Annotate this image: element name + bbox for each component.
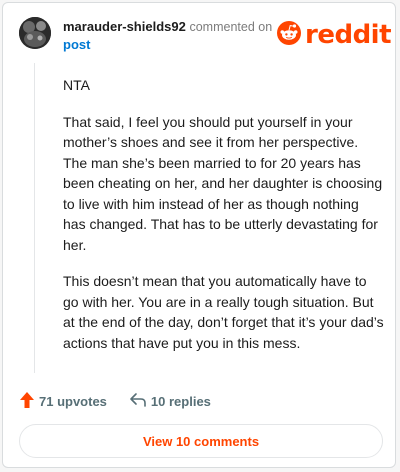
reddit-wordmark: reddit [305, 20, 392, 50]
reddit-logo[interactable]: reddit [277, 20, 392, 50]
commented-on-text: commented on [189, 20, 273, 34]
view-comments-button[interactable]: View 10 comments [19, 424, 383, 458]
thread-line [34, 63, 35, 373]
username[interactable]: marauder-shields92 [63, 19, 186, 34]
avatar[interactable] [19, 17, 51, 49]
reply-count: 10 replies [150, 394, 211, 409]
comment-paragraph: NTA [63, 77, 90, 93]
reddit-alien-icon [277, 20, 301, 50]
comment-card: marauder-shields92 commented on post red… [2, 2, 396, 468]
post-link[interactable]: post [63, 36, 90, 54]
reply-button[interactable]: 10 replies [129, 392, 211, 411]
comment-body: NTA That said, I feel you should put you… [63, 75, 385, 369]
upvote-count: 71 upvotes [39, 394, 107, 409]
comment-header: marauder-shields92 commented on [63, 18, 272, 36]
upvote-arrow-icon [19, 391, 39, 412]
comment-actions: 71 upvotes 10 replies [19, 391, 233, 412]
upvote-button[interactable]: 71 upvotes [19, 391, 107, 412]
comment-paragraph: That said, I feel you should put yoursel… [63, 113, 383, 253]
reply-arrow-icon [129, 392, 151, 411]
comment-paragraph: This doesn’t mean that you automatically… [63, 273, 384, 351]
